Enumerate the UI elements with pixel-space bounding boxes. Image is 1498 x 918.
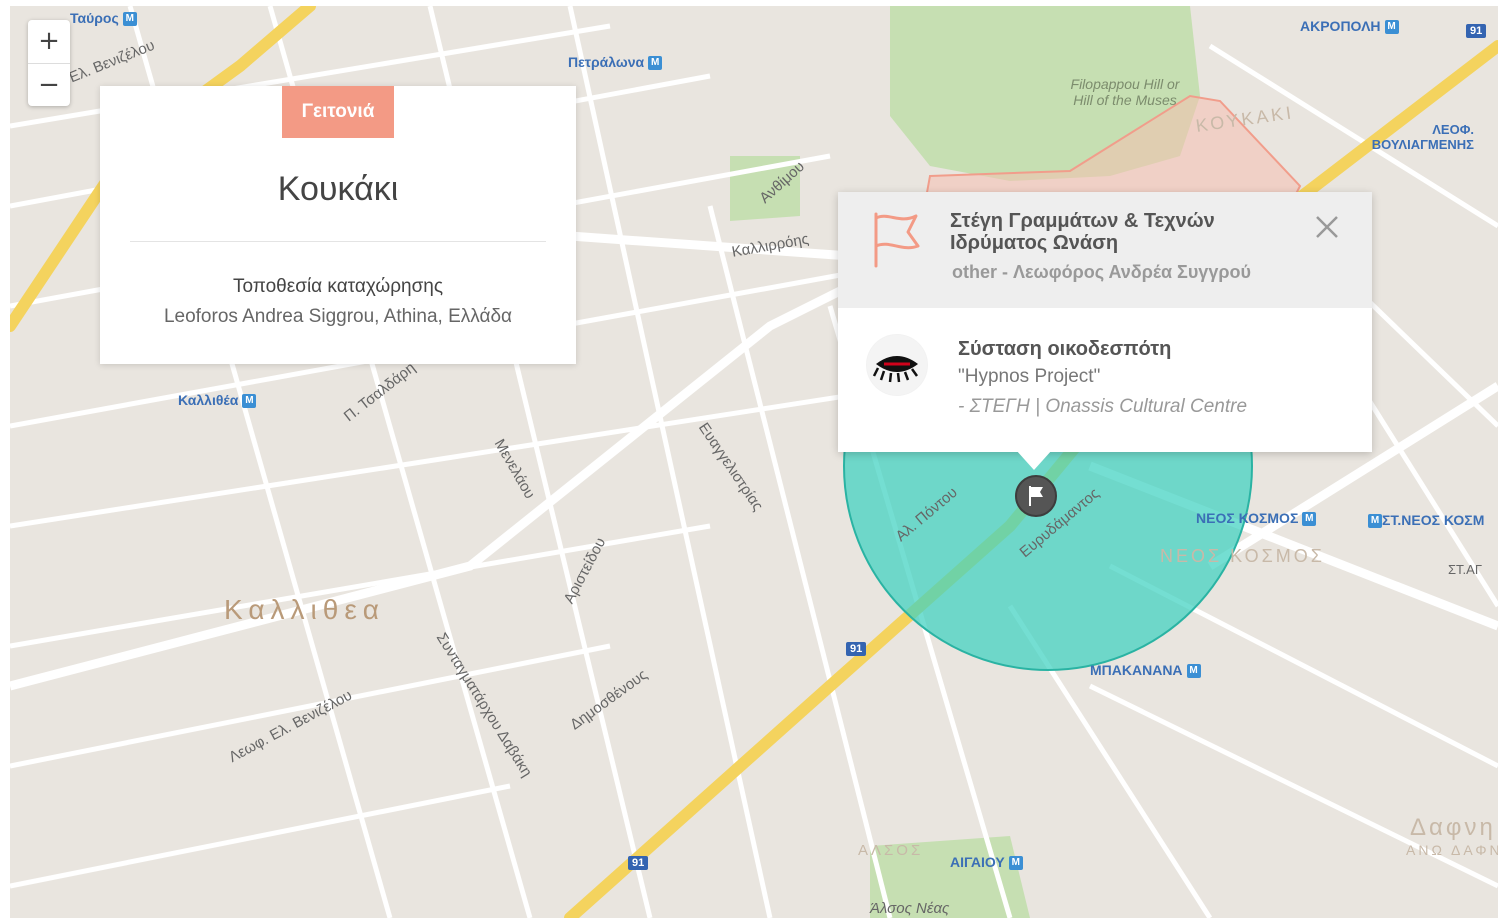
event-project: "Hypnos Project" — [958, 366, 1101, 387]
label-st-ag: ΣΤ.ΑΓ — [1448, 562, 1482, 577]
station-mpakanana-label: ΜΠΑΚΑΝΑΝΑ — [1090, 662, 1183, 678]
label-ano-dafni: ΑΝΩ ΔΑΦΝΗ — [1406, 842, 1498, 858]
station-kallithea[interactable]: Καλλιθέα M — [178, 392, 257, 409]
listing-location-value: Leoforos Andrea Siggrou, Athina, Ελλάδα — [163, 306, 513, 327]
metro-icon: M — [122, 12, 137, 27]
zoom-control: + − — [28, 20, 70, 106]
neighborhood-badge: Γειτονιά — [282, 86, 394, 138]
venue-marker-icon[interactable] — [1013, 473, 1059, 519]
flag-icon — [874, 212, 920, 268]
host-avatar — [866, 334, 928, 396]
label-filopappou: Filopappou Hill or Hill of the Muses — [1070, 76, 1180, 108]
metro-icon: M — [1008, 856, 1023, 871]
station-aigaiou[interactable]: ΑΙΓΑΙΟΥ M — [950, 854, 1023, 871]
station-st-neos-kosmos[interactable]: M ΣΤ.ΝΕΟΣ ΚΟΣΜ — [1364, 512, 1485, 529]
close-icon[interactable] — [1312, 212, 1342, 242]
station-neos-kosmos[interactable]: ΝΕΟΣ ΚΟΣΜΟΣ M — [1196, 510, 1317, 527]
station-leof-vouliagmenis[interactable]: ΛΕΟΦ. ΒΟΥΛΙΑΓΜΕΝΗΣ — [1328, 122, 1474, 152]
label-neos-kosmos: ΝΕΟΣ ΚΟΣΜΟΣ — [1160, 546, 1325, 566]
label-kallithea: Καλλιθεα — [224, 594, 385, 625]
station-st-neos-kosmos-label: ΣΤ.ΝΕΟΣ ΚΟΣΜ — [1382, 512, 1485, 528]
metro-icon: M — [1368, 514, 1382, 529]
metro-icon: M — [1186, 664, 1201, 679]
station-tavros-label: Ταύρος — [70, 10, 119, 26]
station-akropoli[interactable]: ΑΚΡΟΠΟΛΗ M — [1300, 18, 1399, 35]
metro-icon: M — [1302, 512, 1317, 527]
neighborhood-name: Κουκάκι — [277, 170, 399, 208]
metro-icon: M — [242, 394, 257, 409]
popup-pointer — [1016, 450, 1052, 470]
zoom-in-button[interactable]: + — [28, 20, 70, 63]
zoom-out-button[interactable]: − — [28, 63, 70, 107]
label-dafni: Δαφνη — [1410, 814, 1496, 841]
station-aigaiou-label: ΑΙΓΑΙΟΥ — [950, 854, 1005, 870]
station-tavros[interactable]: Ταύρος M — [70, 10, 137, 27]
neighborhood-card: Γειτονιά Κουκάκι Τοποθεσία καταχώρησης L… — [100, 86, 576, 364]
popup-subtitle: other - Λεωφόρος Ανδρέα Συγγρού — [952, 262, 1251, 282]
station-leof-vouliagmenis-label: ΛΕΟΦ. ΒΟΥΛΙΑΓΜΕΝΗΣ — [1371, 122, 1474, 152]
metro-icon: M — [1384, 20, 1399, 35]
route-91-shield: 91 — [846, 642, 867, 656]
event-title[interactable]: Σύσταση οικοδεσπότη — [958, 338, 1171, 361]
route-91-shield: 91 — [1466, 24, 1487, 38]
listing-location-label: Τοποθεσία καταχώρησης — [232, 276, 444, 297]
station-kallithea-label: Καλλιθέα — [178, 392, 239, 408]
metro-icon: M — [648, 56, 663, 71]
card-divider — [130, 241, 546, 242]
station-petralona[interactable]: Πετράλωνα M — [568, 54, 663, 71]
station-petralona-label: Πετράλωνα — [568, 54, 645, 70]
popup-title[interactable]: Στέγη Γραμμάτων & Τεχνών Ιδρύματος Ωνάση — [950, 210, 1280, 254]
route-91-shield: 91 — [628, 856, 649, 870]
station-neos-kosmos-label: ΝΕΟΣ ΚΟΣΜΟΣ — [1196, 510, 1299, 526]
station-mpakanana[interactable]: ΜΠΑΚΑΝΑΝΑ M — [1090, 662, 1201, 679]
place-popup: Στέγη Γραμμάτων & Τεχνών Ιδρύματος Ωνάση… — [838, 192, 1372, 470]
event-venue: - ΣΤΕΓΗ | Onassis Cultural Centre — [958, 396, 1248, 417]
eye-logo-icon — [867, 335, 927, 395]
label-alsos-neas: Άλσος Νέας — [870, 900, 950, 917]
popup-header: Στέγη Γραμμάτων & Τεχνών Ιδρύματος Ωνάση… — [838, 192, 1372, 308]
station-akropoli-label: ΑΚΡΟΠΟΛΗ — [1300, 18, 1381, 34]
label-alsos: ΑΛΣΟΣ — [858, 842, 924, 859]
